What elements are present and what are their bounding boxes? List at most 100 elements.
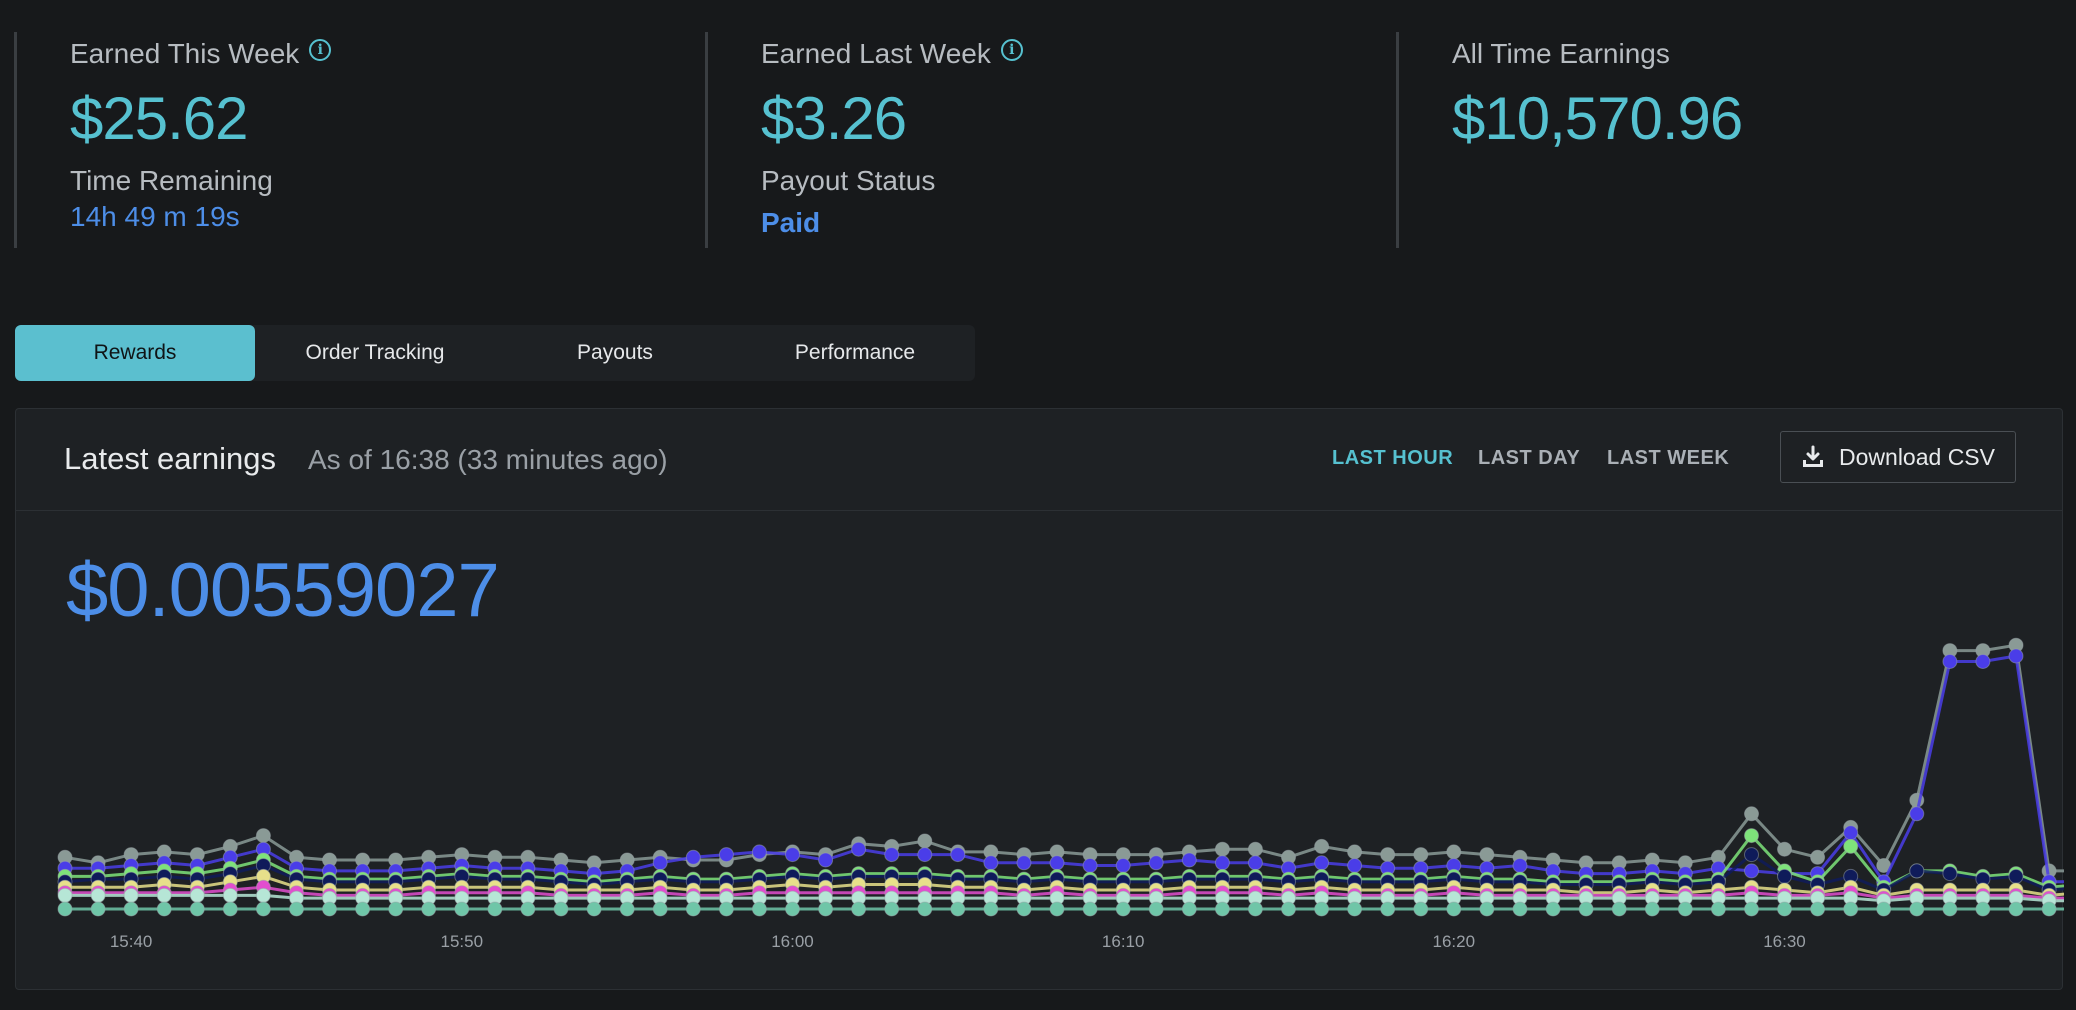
chart-data-point[interactable] [1644, 901, 1660, 917]
chart-data-point[interactable] [851, 901, 867, 917]
chart-data-point[interactable] [685, 901, 701, 917]
chart-data-point[interactable] [1843, 838, 1859, 854]
chart-data-point[interactable] [355, 901, 371, 917]
chart-data-point[interactable] [1909, 863, 1925, 879]
chart-data-point[interactable] [1148, 901, 1164, 917]
chart-data-point[interactable] [1148, 855, 1164, 871]
chart-data-point[interactable] [818, 901, 834, 917]
chart-data-point[interactable] [1115, 901, 1131, 917]
chart-data-point[interactable] [950, 847, 966, 863]
chart-data-point[interactable] [2041, 901, 2057, 917]
chart-data-point[interactable] [1512, 901, 1528, 917]
chart-data-point[interactable] [851, 841, 867, 857]
chart-data-point[interactable] [222, 901, 238, 917]
chart-data-point[interactable] [884, 847, 900, 863]
info-icon[interactable]: i [309, 39, 332, 61]
chart-data-point[interactable] [1247, 901, 1263, 917]
tab-payouts[interactable]: Payouts [495, 325, 735, 381]
chart-data-point[interactable] [917, 901, 933, 917]
chart-data-point[interactable] [1214, 855, 1230, 871]
chart-data-point[interactable] [1082, 901, 1098, 917]
chart-data-point[interactable] [1049, 901, 1065, 917]
chart-data-point[interactable] [1810, 901, 1826, 917]
chart-data-point[interactable] [156, 901, 172, 917]
chart-data-point[interactable] [1909, 806, 1925, 822]
chart-data-point[interactable] [1247, 855, 1263, 871]
chart-data-point[interactable] [1115, 858, 1131, 873]
tab-rewards[interactable]: Rewards [15, 325, 255, 381]
earnings-line-chart[interactable]: 15:40 15:50 16:00 16:10 16:20 16:30 [16, 409, 2064, 991]
chart-data-point[interactable] [917, 847, 933, 863]
chart-data-point[interactable] [487, 901, 503, 917]
chart-data-point[interactable] [785, 847, 800, 863]
chart-data-point[interactable] [1777, 901, 1792, 917]
chart-data-point[interactable] [255, 901, 271, 917]
chart-data-point[interactable] [520, 901, 536, 917]
chart-data-point[interactable] [983, 855, 999, 871]
chart-data-point[interactable] [1347, 844, 1363, 860]
chart-data-point[interactable] [2008, 868, 2024, 884]
tab-order-tracking[interactable]: Order Tracking [255, 325, 495, 381]
chart-data-point[interactable] [1975, 901, 1991, 917]
chart-data-point[interactable] [652, 901, 668, 917]
chart-data-point[interactable] [90, 901, 106, 917]
chart-data-point[interactable] [1578, 901, 1594, 917]
chart-data-point[interactable] [685, 849, 701, 865]
chart-data-point[interactable] [1016, 855, 1032, 871]
chart-data-point[interactable] [1347, 901, 1363, 917]
chart-data-point[interactable] [1843, 901, 1859, 917]
chart-data-point[interactable] [123, 887, 139, 903]
chart-data-point[interactable] [421, 901, 437, 917]
chart-data-point[interactable] [1710, 901, 1726, 917]
chart-data-point[interactable] [1843, 825, 1859, 841]
chart-data-point[interactable] [751, 901, 767, 917]
chart-data-point[interactable] [1082, 858, 1098, 873]
chart-data-point[interactable] [1942, 654, 1958, 669]
chart-data-point[interactable] [1744, 806, 1759, 822]
chart-data-point[interactable] [156, 887, 172, 903]
chart-data-point[interactable] [1314, 901, 1330, 917]
chart-data-point[interactable] [1281, 901, 1296, 917]
chart-data-point[interactable] [123, 901, 139, 917]
chart-data-point[interactable] [255, 887, 271, 903]
chart-data-point[interactable] [1413, 901, 1429, 917]
chart-data-point[interactable] [751, 844, 767, 860]
chart-data-point[interactable] [1446, 844, 1462, 860]
chart-data-point[interactable] [1942, 866, 1958, 882]
chart-data-point[interactable] [57, 887, 73, 903]
info-icon[interactable]: i [1000, 39, 1023, 61]
chart-data-point[interactable] [1744, 863, 1759, 879]
chart-data-point[interactable] [1214, 841, 1230, 857]
chart-data-point[interactable] [1611, 901, 1627, 917]
chart-data-point[interactable] [1214, 901, 1230, 917]
chart-data-point[interactable] [1479, 847, 1495, 863]
chart-data-point[interactable] [289, 901, 304, 917]
chart-data-point[interactable] [586, 901, 602, 917]
chart-data-point[interactable] [189, 887, 205, 903]
chart-data-point[interactable] [1314, 855, 1330, 871]
chart-data-point[interactable] [652, 855, 668, 871]
chart-data-point[interactable] [1545, 901, 1561, 917]
chart-data-point[interactable] [619, 901, 635, 917]
chart-data-point[interactable] [1744, 847, 1759, 863]
chart-data-point[interactable] [1181, 852, 1197, 868]
chart-data-point[interactable] [1380, 901, 1396, 917]
chart-data-point[interactable] [950, 901, 966, 917]
chart-data-point[interactable] [553, 901, 569, 917]
chart-data-point[interactable] [1744, 901, 1759, 917]
chart-data-point[interactable] [1479, 901, 1495, 917]
chart-data-point[interactable] [785, 901, 800, 917]
chart-data-point[interactable] [1049, 855, 1065, 871]
chart-data-point[interactable] [388, 901, 404, 917]
chart-data-point[interactable] [1380, 847, 1396, 863]
chart-data-point[interactable] [1876, 901, 1892, 917]
chart-data-point[interactable] [1413, 847, 1429, 863]
chart-data-point[interactable] [454, 901, 470, 917]
chart-data-point[interactable] [1512, 858, 1528, 873]
chart-data-point[interactable] [1314, 838, 1330, 854]
chart-data-point[interactable] [1016, 901, 1032, 917]
chart-data-point[interactable] [1909, 901, 1925, 917]
chart-data-point[interactable] [189, 901, 205, 917]
chart-data-point[interactable] [917, 833, 933, 849]
chart-data-point[interactable] [222, 887, 238, 903]
